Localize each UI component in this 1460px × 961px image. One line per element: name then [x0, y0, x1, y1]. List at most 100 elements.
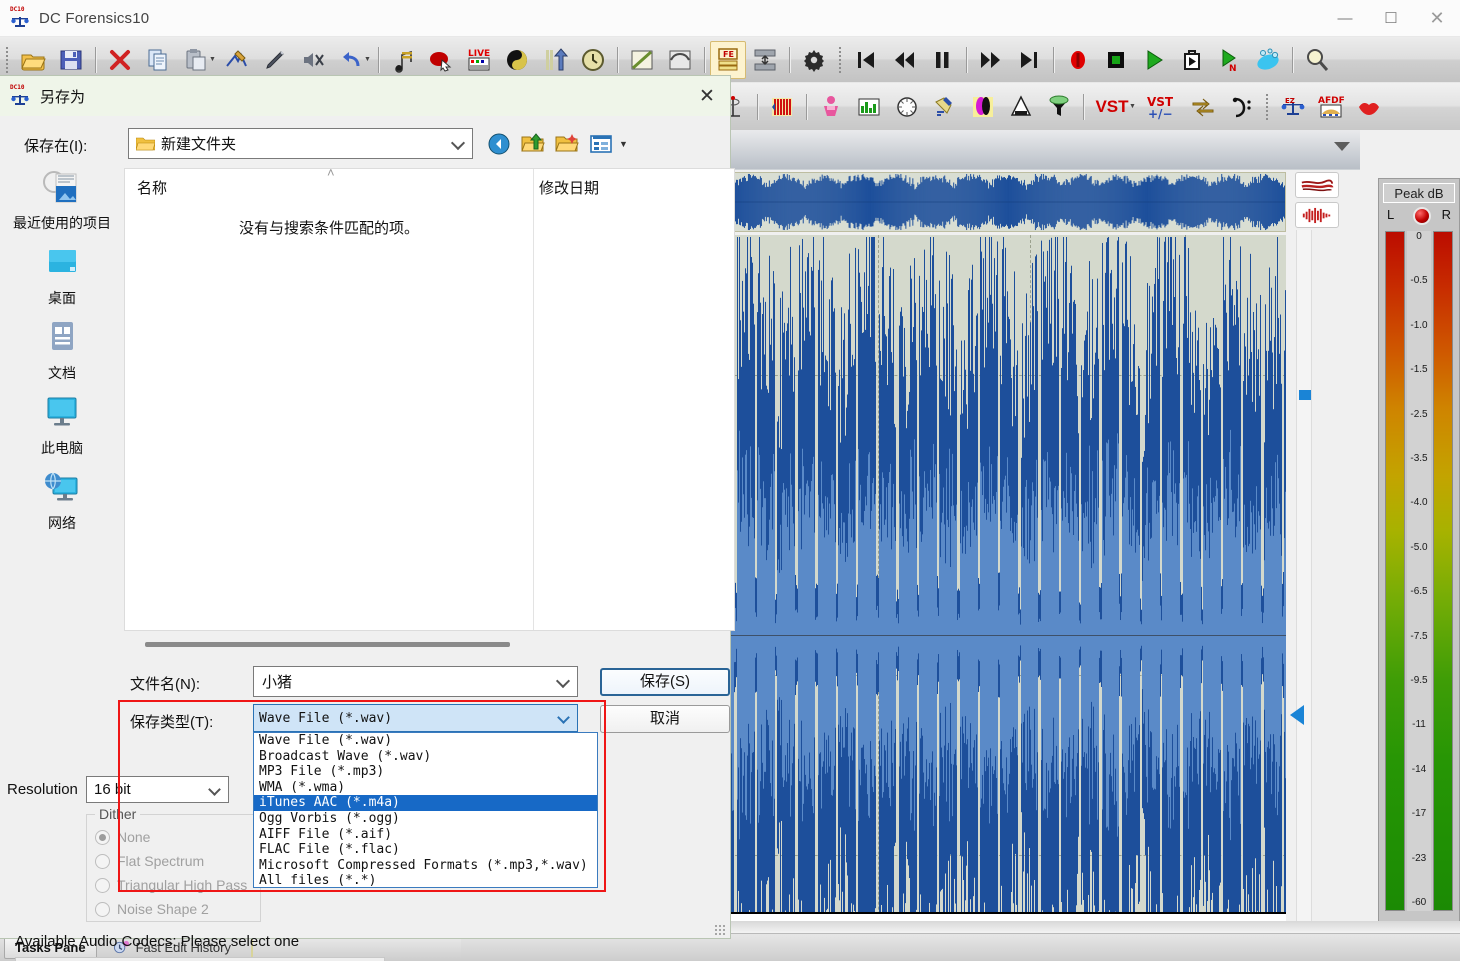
bass-clef-button[interactable] [1222, 87, 1260, 127]
place-network[interactable]: 网络 [8, 468, 116, 533]
playhead-marker[interactable] [1290, 705, 1304, 725]
column-header-name[interactable]: 名称 [137, 177, 167, 198]
file-list[interactable]: 名称 ˄ 修改日期 没有与搜索条件匹配的项。 [124, 165, 735, 631]
fe-filter-button[interactable]: FE [709, 40, 746, 79]
place-recent[interactable]: 最近使用的项目 [8, 168, 116, 233]
record-marker-button[interactable] [422, 40, 460, 80]
afdf-button[interactable]: AFDF [1312, 87, 1350, 127]
column-header-date[interactable]: 修改日期 [539, 177, 599, 198]
live-mode-button[interactable]: LIVE [460, 40, 498, 80]
place-this-pc[interactable]: 此电脑 [8, 393, 116, 458]
save-button[interactable]: 保存(S) [600, 668, 730, 696]
play-button[interactable] [1135, 40, 1173, 80]
dial-tool-button[interactable] [888, 87, 926, 127]
settings-gear-button[interactable] [795, 40, 833, 80]
spectrum-view-button[interactable] [623, 40, 661, 80]
radio-icon[interactable] [95, 901, 110, 917]
file-type-option[interactable]: Microsoft Compressed Formats (*.mp3,*.wa… [254, 858, 597, 874]
file-type-option[interactable]: FLAC File (*.flac) [254, 842, 597, 858]
phase-scope-button[interactable] [498, 40, 536, 80]
close-button[interactable]: ✕ [1414, 0, 1460, 36]
file-type-option[interactable]: MP3 File (*.mp3) [254, 764, 597, 780]
radio-icon[interactable] [95, 853, 110, 869]
file-type-option[interactable]: Wave File (*.wav) [254, 733, 597, 749]
chevron-down-icon[interactable] [450, 135, 466, 151]
chevron-down-icon[interactable] [1334, 142, 1350, 151]
dialog-close-button[interactable]: ✕ [692, 82, 722, 110]
maximize-button[interactable]: ☐ [1368, 0, 1414, 36]
up-folder-icon[interactable] [521, 132, 545, 156]
music-note-button[interactable] [384, 40, 422, 80]
triangle-lamp-button[interactable] [1002, 87, 1040, 127]
ez-scale-button[interactable]: EZ [1274, 87, 1312, 127]
compress-tool-button[interactable] [746, 40, 784, 80]
pencil-button[interactable] [256, 40, 294, 80]
dither-option-noise-shape-2[interactable]: Noise Shape 2 [95, 901, 209, 917]
brush-tool-button[interactable] [926, 87, 964, 127]
place-desktop[interactable]: 桌面 [8, 243, 116, 308]
new-folder-icon[interactable] [555, 132, 579, 156]
level-up-button[interactable] [536, 40, 574, 80]
look-in-combobox[interactable]: 新建文件夹 [128, 128, 473, 159]
radio-icon[interactable] [95, 877, 110, 893]
file-type-combobox[interactable]: Wave File (*.wav) [253, 704, 578, 732]
extras-grip[interactable] [1262, 91, 1271, 122]
chevron-down-icon[interactable] [208, 783, 221, 796]
scrollbar-thumb[interactable] [1299, 390, 1311, 400]
chevron-down-icon[interactable] [557, 711, 570, 724]
file-type-option[interactable]: All files (*.*) [254, 873, 597, 887]
envelope-view-button[interactable] [661, 40, 699, 80]
chevron-down-icon[interactable]: ▼ [619, 139, 628, 149]
radio-icon[interactable] [95, 829, 110, 845]
transport-grip[interactable] [835, 44, 844, 75]
audio-codec-combobox[interactable]: WM Speech Encoder DMO [15, 957, 385, 961]
mute-selection-button[interactable] [294, 40, 332, 80]
equalizer-button[interactable] [850, 87, 888, 127]
stop-button[interactable] [1097, 40, 1135, 80]
magnifier-button[interactable] [1298, 40, 1336, 80]
chevron-down-icon[interactable] [555, 673, 571, 689]
undo-button[interactable] [332, 40, 370, 80]
waveform-main[interactable] [730, 235, 1286, 961]
vst-button[interactable]: VST [1089, 87, 1135, 127]
copy-button[interactable] [139, 40, 177, 80]
declick-button[interactable] [763, 87, 801, 127]
paste-button[interactable] [177, 40, 215, 80]
minimize-button[interactable]: — [1322, 0, 1368, 36]
open-file-button[interactable] [14, 40, 52, 80]
vst-add-remove-button[interactable]: VST +/− [1138, 87, 1184, 127]
globe-tool-button[interactable] [1249, 40, 1287, 80]
mix-paste-button[interactable] [218, 40, 256, 80]
go-to-end-button[interactable] [1010, 40, 1048, 80]
delete-button[interactable] [101, 40, 139, 80]
view-list-icon[interactable] [589, 132, 613, 156]
dither-option-triangular-high-pass[interactable]: Triangular High Pass [95, 877, 247, 893]
file-type-option[interactable]: Ogg Vorbis (*.ogg) [254, 811, 597, 827]
file-type-option[interactable]: iTunes AAC (*.m4a) [254, 795, 597, 811]
place-documents[interactable]: 文档 [8, 318, 116, 383]
file-name-input[interactable]: 小猪 [253, 666, 578, 697]
file-list-horizontal-scrollbar[interactable] [145, 642, 510, 647]
go-to-start-button[interactable] [847, 40, 885, 80]
rewind-button[interactable] [885, 40, 923, 80]
denoise-button[interactable] [812, 87, 850, 127]
dither-option-flat-spectrum[interactable]: Flat Spectrum [95, 853, 204, 869]
spectral-view-button[interactable] [1295, 202, 1339, 228]
save-file-button[interactable] [52, 40, 90, 80]
file-type-option[interactable]: AIFF File (*.aif) [254, 827, 597, 843]
file-type-option[interactable]: Broadcast Wave (*.wav) [254, 749, 597, 765]
dialog-resize-grip[interactable] [714, 924, 726, 936]
funnel-tool-button[interactable] [1040, 87, 1078, 127]
play-n-times-button[interactable]: N [1211, 40, 1249, 80]
spectral-tool-button[interactable] [964, 87, 1002, 127]
swap-channels-button[interactable] [1184, 87, 1222, 127]
vertical-scrollbar[interactable] [1296, 230, 1312, 961]
clock-tool-button[interactable] [574, 40, 612, 80]
file-type-option[interactable]: WMA (*.wma) [254, 780, 597, 796]
record-button[interactable] [1059, 40, 1097, 80]
pause-button[interactable] [923, 40, 961, 80]
waveform-overview[interactable] [730, 172, 1286, 232]
resolution-combobox[interactable]: 16 bit [86, 776, 229, 803]
play-bag-button[interactable] [1173, 40, 1211, 80]
clip-indicator-led[interactable] [1413, 207, 1431, 225]
